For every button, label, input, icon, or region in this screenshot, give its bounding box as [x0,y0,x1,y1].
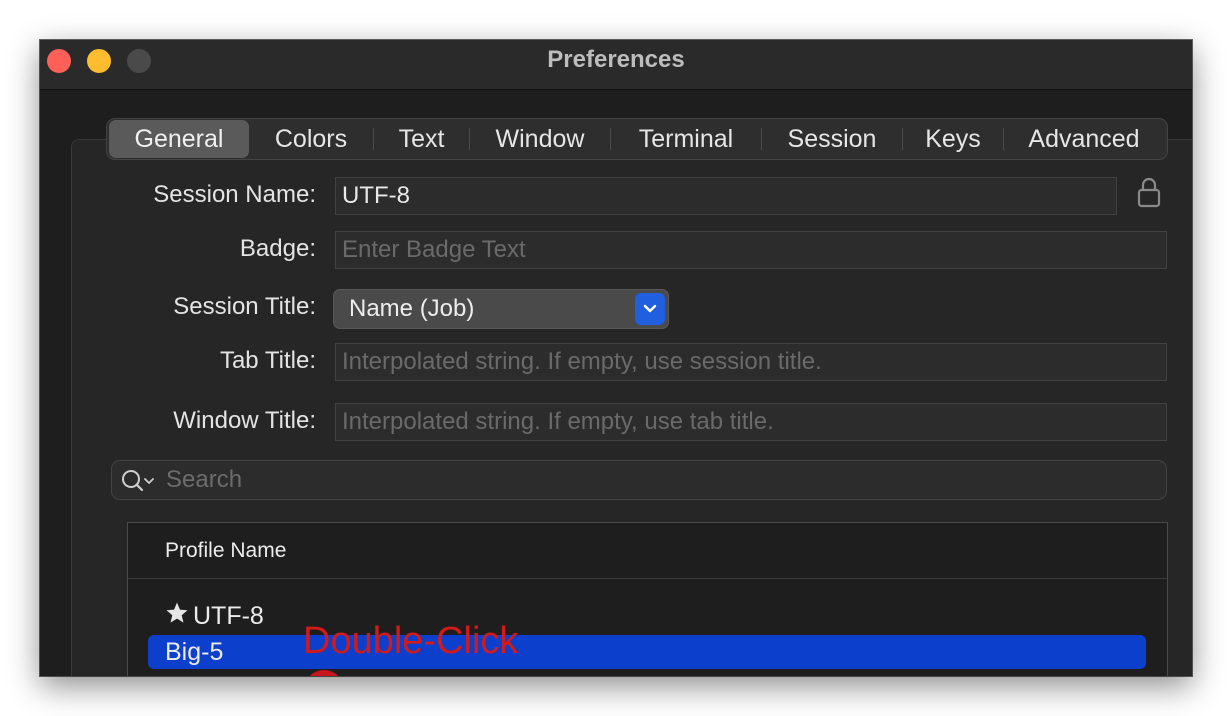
tab-colors[interactable]: Colors [249,120,373,158]
tab-session[interactable]: Session [762,120,902,158]
tab-bar: General Colors Text Window Terminal Sess… [106,118,1168,160]
badge-label: Badge: [239,235,316,262]
tab-title-label: Tab Title: [219,347,316,374]
tab-advanced[interactable]: Advanced [1004,120,1164,158]
search-placeholder: Search [166,466,243,493]
session-title-dropdown[interactable]: Name (Job) [333,289,669,329]
profile-name-column-header[interactable]: Profile Name [128,523,1167,579]
tab-terminal[interactable]: Terminal [611,120,761,158]
preferences-window: Preferences General Colors Text Window T… [40,40,1192,676]
window-title-label: Window Title: [173,407,316,434]
star-icon [165,600,189,634]
search-input[interactable]: Search [111,460,1167,500]
window-title-field[interactable] [335,403,1167,441]
profile-row-big5[interactable]: Big-5 [148,635,1146,669]
session-title-label: Session Title: [173,293,316,320]
column-header-label: Profile Name [165,539,287,562]
session-name-field[interactable] [335,177,1117,215]
annotation-text: Double-Click [303,620,519,662]
session-name-label: Session Name: [153,181,316,208]
window-title: Preferences [547,46,685,73]
profile-name: UTF-8 [193,602,264,630]
profile-row-utf8[interactable]: UTF-8 [165,599,264,633]
tab-general[interactable]: General [109,120,249,158]
tab-text[interactable]: Text [374,120,469,158]
badge-field[interactable] [335,231,1167,269]
chevron-down-icon[interactable] [635,293,665,325]
title-bar: Preferences [40,40,1192,90]
session-title-value: Name (Job) [349,295,475,322]
tab-title-field[interactable] [335,343,1167,381]
profile-table: Profile Name UTF-8 Big-5 [127,522,1168,676]
tab-window[interactable]: Window [470,120,610,158]
lock-icon[interactable] [1137,176,1161,213]
profile-name: Big-5 [165,638,224,666]
tab-keys[interactable]: Keys [903,120,1003,158]
search-icon[interactable] [120,468,158,499]
